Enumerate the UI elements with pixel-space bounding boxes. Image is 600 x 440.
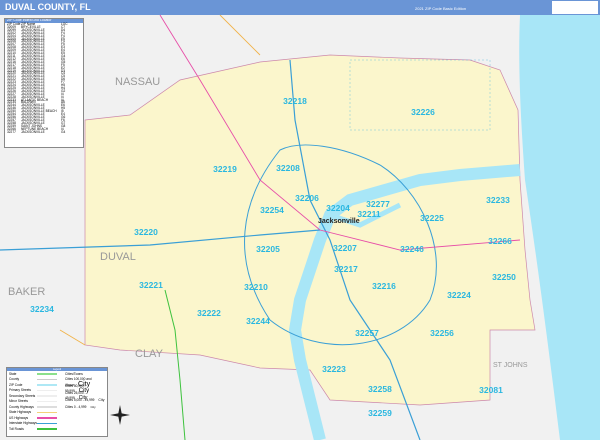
- zip-label: 32257: [355, 328, 379, 338]
- legend-item-label: ZIP Code: [9, 382, 23, 387]
- zip-label: 32207: [333, 243, 357, 253]
- legend-item-label: County Highways: [9, 404, 34, 409]
- map-title: DUVAL COUNTY, FL: [5, 2, 91, 12]
- county-label-duval: DUVAL: [100, 251, 136, 263]
- county-label-baker: BAKER: [8, 286, 45, 298]
- legend-swatch: [37, 378, 57, 380]
- zip-label: 32258: [368, 384, 392, 394]
- legend-cities-title: Cities/Towns: [65, 372, 83, 376]
- legend-item-label: Secondary Streets: [9, 393, 36, 398]
- zip-label: 32254: [260, 205, 284, 215]
- zip-label: 32211: [357, 209, 380, 219]
- legend-swatch: [37, 373, 57, 375]
- zip-label: 32222: [197, 308, 221, 318]
- zip-label: 32220: [134, 227, 158, 237]
- county-label-st-johns: ST JOHNS: [493, 362, 528, 369]
- zip-label: 32223: [322, 364, 346, 374]
- zip-label: 32246: [400, 244, 424, 254]
- edition-label: 2021 ZIP Code Basic Edition: [415, 6, 467, 11]
- zip-label: 32081: [479, 385, 503, 395]
- legend-item-label: Minor Streets: [9, 399, 28, 404]
- legend-item-label: County: [9, 377, 20, 382]
- zip-index-table: ZIP Code Index/Grid Locator ZIP Code ZIP…: [4, 18, 84, 148]
- legend-swatch: [37, 400, 57, 402]
- legend-swatch: [37, 417, 57, 419]
- zip-label: 32234: [30, 304, 54, 314]
- zip-label: 32206: [295, 193, 319, 203]
- title-bar: DUVAL COUNTY, FL 2021 ZIP Code Basic Edi…: [0, 0, 600, 15]
- legend-item-label: State Highways: [9, 410, 32, 415]
- zip-label: 32266: [488, 236, 512, 246]
- zip-label: 32226: [411, 107, 435, 117]
- legend-city-class: Cities 5,000 - 24,999 City: [65, 398, 104, 402]
- zip-label: 32205: [256, 244, 280, 254]
- legend-swatch: [37, 384, 57, 386]
- legend-swatch: [37, 422, 57, 424]
- zip-label: 32204: [326, 203, 350, 213]
- zip-index-cell: G4: [61, 129, 66, 134]
- legend-swatch: [37, 428, 57, 430]
- legend-swatch: [37, 406, 57, 408]
- city-label-jacksonville: Jacksonville: [318, 218, 360, 225]
- county-label-nassau: NASSAU: [115, 76, 160, 88]
- zip-label: 32225: [420, 213, 444, 223]
- legend-item-label: Primary Streets: [9, 388, 31, 393]
- zip-label: 32259: [368, 408, 392, 418]
- legend-city-sample: City: [98, 398, 105, 402]
- legend-item-label: Toll Roads: [9, 426, 24, 431]
- legend-city-label: Cities 5,000 - 24,999: [65, 398, 95, 402]
- zip-label: 32219: [213, 164, 237, 174]
- legend-swatch: [37, 389, 57, 391]
- legend-item-label: State: [9, 371, 17, 376]
- brand-logo: [552, 1, 598, 14]
- zip-label: 32277: [366, 199, 390, 209]
- county-label-clay: CLAY: [135, 348, 164, 360]
- zip-index-cell: JACKSONVILLE: [21, 129, 45, 134]
- legend-swatch: [37, 395, 57, 397]
- legend-city-label: Cities 0 - 4,999: [65, 405, 87, 409]
- zip-index-cell: 32277: [7, 129, 16, 134]
- zip-label: 32218: [283, 96, 307, 106]
- zip-label: 32221: [139, 280, 163, 290]
- zip-label: 32210: [244, 282, 268, 292]
- zip-label: 32217: [334, 264, 358, 274]
- zip-label: 32216: [372, 281, 396, 291]
- legend-item: Toll Roads: [7, 426, 107, 432]
- legend-city-sample: City: [90, 405, 96, 409]
- zip-label: 32208: [276, 163, 300, 173]
- zip-label: 32244: [246, 316, 270, 326]
- zip-label: 32256: [430, 328, 454, 338]
- zip-label: 32224: [447, 290, 471, 300]
- zip-label: 32250: [492, 272, 516, 282]
- legend-swatch: [37, 411, 57, 413]
- legend-city-class: Cities 0 - 4,999 City: [65, 405, 96, 409]
- legend-item-label: US Highways: [9, 415, 29, 420]
- zip-index-row: 32277 JACKSONVILLE G4: [5, 129, 83, 134]
- map-legend: Legend State County ZIP Code Primary Street…: [6, 367, 108, 437]
- legend-item-label: Interstate Highways: [9, 421, 37, 426]
- zip-label: 32233: [486, 195, 510, 205]
